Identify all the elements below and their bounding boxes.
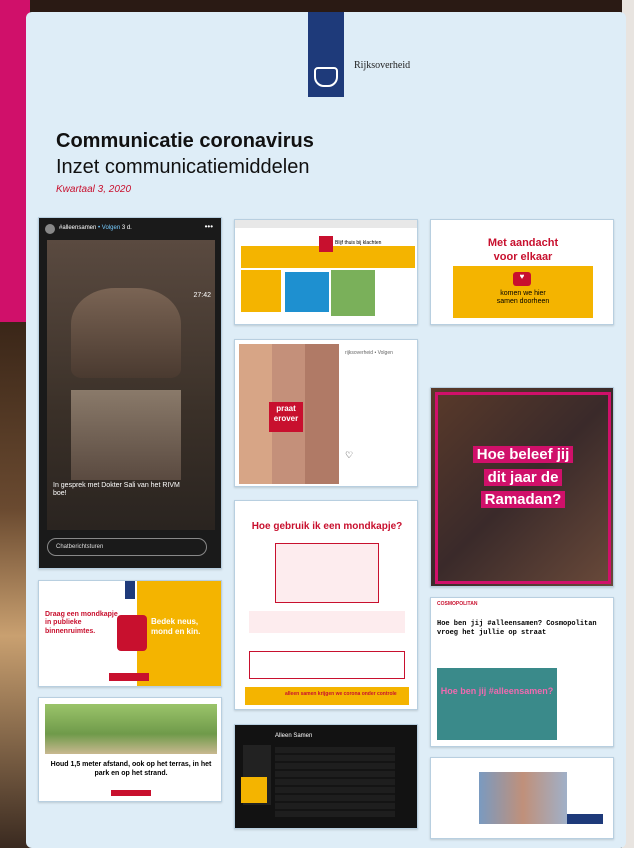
campaign-label bbox=[109, 673, 149, 681]
browser-bar bbox=[235, 220, 417, 228]
button-label bbox=[567, 814, 603, 824]
mask-icon bbox=[117, 615, 147, 651]
aandacht-line2: voor elkaar bbox=[493, 251, 553, 264]
story-age: 3 d. bbox=[121, 225, 132, 231]
story-caption: In gesprek met Dokter Sali van het RIVM … bbox=[53, 482, 180, 498]
instagram-post-card: praat erover rijksoverheid • Volgen ♡ bbox=[234, 339, 418, 487]
logo-mark bbox=[125, 581, 135, 599]
spotify-card: Alleen Samen bbox=[234, 724, 418, 829]
quarter-label: Kwartaal 3, 2020 bbox=[56, 184, 132, 195]
playlist-title: Alleen Samen bbox=[275, 733, 313, 739]
website-map-card: Blijf thuis bij klachten bbox=[234, 219, 418, 325]
aandacht-line1: Met aandacht bbox=[487, 237, 559, 249]
draag-mondkapje-card: Draag een mondkapje in publieke binnenru… bbox=[38, 580, 222, 687]
dont-list bbox=[249, 651, 405, 679]
map-label: Blijf thuis bij klachten bbox=[335, 240, 382, 246]
brand-name: Rijksoverheid bbox=[354, 60, 411, 71]
mouths-collage: praat erover bbox=[239, 344, 339, 484]
warning-row bbox=[249, 611, 405, 633]
info-block bbox=[241, 270, 281, 312]
erover-label: erover bbox=[273, 414, 299, 424]
campaign-label bbox=[111, 790, 151, 796]
heart-hands-icon: ♥ bbox=[513, 272, 531, 286]
stream-time: 27:42 bbox=[193, 292, 211, 299]
aandacht-line4: samen doorheen bbox=[496, 298, 550, 306]
aandacht-card: Met aandacht voor elkaar ♥ komen we hier s… bbox=[430, 219, 614, 325]
heart-icon[interactable]: ♡ bbox=[345, 450, 353, 461]
page-title: Communicatie coronavirus bbox=[56, 130, 314, 152]
yellow-panel: ♥ komen we hier samen doorheen bbox=[453, 266, 593, 318]
cover-art bbox=[241, 777, 267, 803]
afstand-card: Houd 1,5 meter afstand, ook op het terra… bbox=[38, 697, 222, 802]
person-image-2 bbox=[71, 390, 181, 480]
crest-icon bbox=[314, 67, 338, 87]
ramadan-line2: dit jaar de bbox=[483, 468, 563, 486]
tablet-card bbox=[430, 757, 614, 839]
video-player[interactable]: Hoe ben jij #alleensamen? bbox=[437, 668, 557, 740]
draag-text: Draag een mondkapje in publieke binnenru… bbox=[45, 611, 118, 635]
rijksoverheid-logo bbox=[308, 12, 344, 97]
cosmo-brand: COSMOPOLITAN bbox=[437, 601, 478, 607]
mondkapje-title: Hoe gebruik ik een mondkapje? bbox=[251, 521, 403, 532]
info-block-blue bbox=[285, 272, 329, 312]
aandacht-line3: komen we hier bbox=[500, 290, 546, 297]
mondkapje-card: Hoe gebruik ik een mondkapje? alleen sam… bbox=[234, 500, 418, 710]
more-icon[interactable]: ••• bbox=[205, 222, 213, 231]
ramadan-line1: Hoe beleef jij bbox=[472, 446, 574, 463]
cosmopolitan-card: COSMOPOLITAN Hoe ben jij #alleensamen? C… bbox=[430, 597, 614, 747]
park-photo bbox=[45, 704, 217, 754]
ramadan-card: Hoe beleef jij dit jaar de Ramadan? bbox=[430, 387, 614, 587]
instagram-story-card: #alleensamen • Volgen 3 d. ••• 27:42 In … bbox=[38, 217, 222, 569]
afstand-text: Houd 1,5 meter afstand, ook op het terra… bbox=[50, 761, 212, 778]
ramadan-line3: Ramadan? bbox=[480, 491, 566, 508]
person-image bbox=[71, 288, 181, 378]
track-list bbox=[275, 747, 395, 817]
avatar bbox=[45, 224, 55, 234]
document-page: Rijksoverheid Communicatie coronavirus I… bbox=[26, 12, 626, 848]
video-text: Hoe ben jij #alleensamen? bbox=[440, 686, 554, 696]
bedek-text: Bedek neus, mond en kin. bbox=[151, 617, 201, 636]
tablet-image bbox=[479, 772, 567, 824]
campaign-footer: alleen samen krijgen we corona onder con… bbox=[245, 687, 409, 705]
reply-input[interactable]: Chatberichtsturen bbox=[47, 538, 207, 556]
follow-link[interactable]: • Volgen bbox=[98, 225, 120, 231]
praat-label: praat bbox=[276, 404, 296, 413]
page-subtitle: Inzet communicatiemiddelen bbox=[56, 156, 310, 178]
map-image bbox=[331, 270, 375, 316]
instructions-list bbox=[275, 543, 379, 603]
story-tag: #alleensamen bbox=[59, 225, 97, 231]
cosmo-headline: Hoe ben jij #alleensamen? Cosmopolitan v… bbox=[437, 620, 597, 637]
story-video[interactable]: 27:42 In gesprek met Dokter Sali van het… bbox=[47, 240, 215, 530]
warning-icon bbox=[319, 236, 333, 252]
